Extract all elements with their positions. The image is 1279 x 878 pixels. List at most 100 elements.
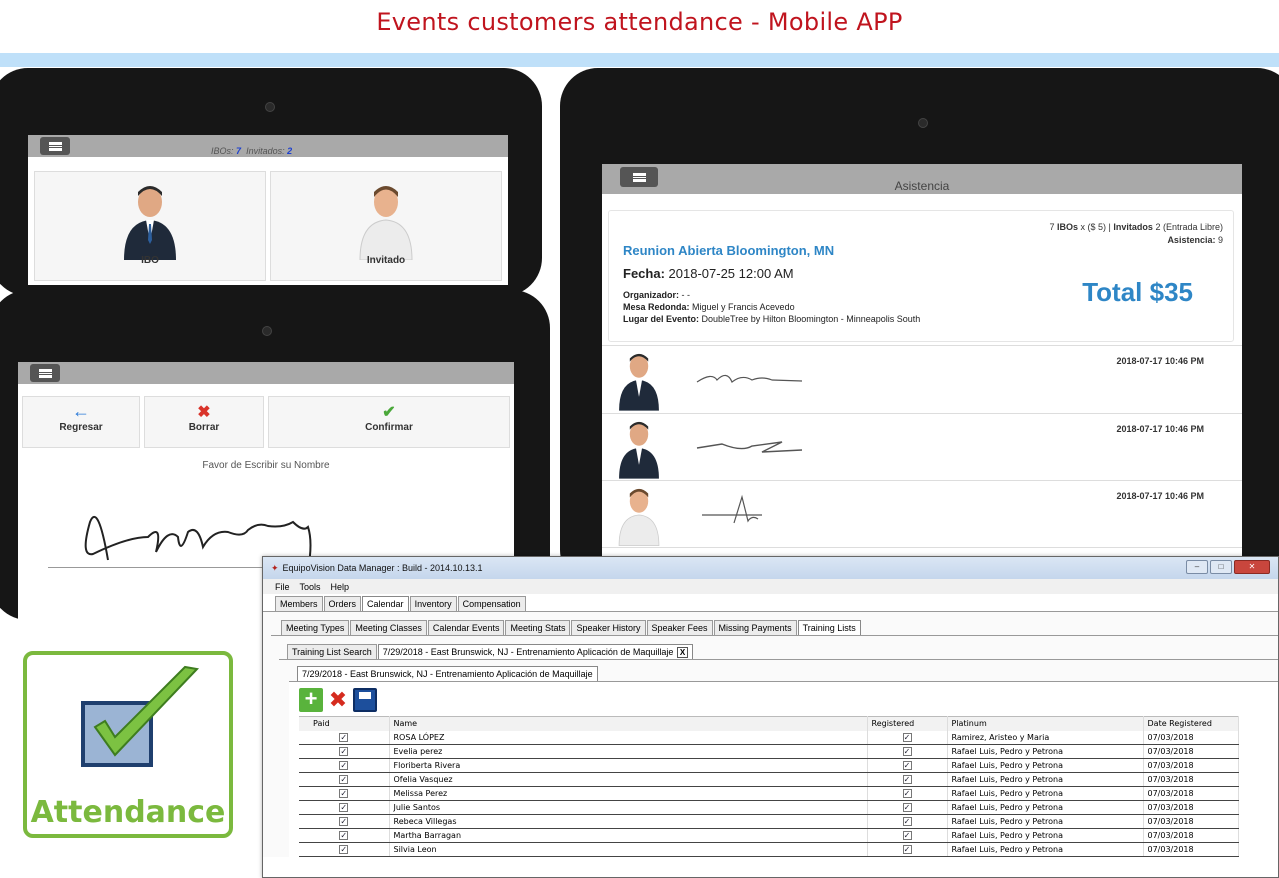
checkbox-icon[interactable]: ✓ [339,775,349,784]
menu-tools[interactable]: Tools [300,582,321,592]
col-registered[interactable]: Registered [867,716,948,731]
registered-cell[interactable]: ✓ [867,744,948,759]
paid-cell[interactable]: ✓ [299,744,390,759]
tab-orders[interactable]: Orders [323,596,362,611]
tab-missing-payments[interactable]: Missing Payments [713,620,797,635]
registered-cell[interactable]: ✓ [867,842,948,857]
registered-cell[interactable]: ✓ [867,772,948,787]
registered-cell[interactable]: ✓ [867,786,948,801]
table-row[interactable]: ✓ ROSA LÓPEZ ✓ Ramirez, Aristeo y Maria 07/0… [299,730,1239,745]
camera-icon [918,118,928,128]
table-row[interactable]: ✓ Rebeca Villegas ✓ Rafael Luis, Pedro y P… [299,814,1239,829]
paid-cell[interactable]: ✓ [299,842,390,857]
tab-training-list-search[interactable]: Training List Search [287,644,377,659]
tab-calendar-events[interactable]: Calendar Events [427,620,505,635]
paid-cell[interactable]: ✓ [299,786,390,801]
tab-inner-doc[interactable]: 7/29/2018 - East Brunswick, NJ - Entrena… [297,666,598,681]
tab-training-lists[interactable]: Training Lists [797,620,861,635]
paid-cell[interactable]: ✓ [299,758,390,773]
registered-cell[interactable]: ✓ [867,800,948,815]
checkbox-icon[interactable]: ✓ [339,732,349,742]
registered-cell[interactable]: ✓ [867,730,948,745]
maximize-button[interactable]: □ [1210,560,1232,574]
checkbox-icon[interactable]: ✓ [902,775,912,784]
tab-speaker-history[interactable]: Speaker History [571,620,646,635]
tile-ibo[interactable]: IBO [34,171,266,281]
registered-cell[interactable]: ✓ [867,814,948,829]
checkbox-icon[interactable]: ✓ [339,789,349,798]
table-row[interactable]: ✓ Evelia perez ✓ Rafael Luis, Pedro y Petro… [299,744,1239,759]
attendee-time: 2018-07-17 10:46 PM [1116,424,1204,434]
table-row[interactable]: ✓ Silvia Leon ✓ Rafael Luis, Pedro y Petron… [299,842,1239,857]
paid-cell[interactable]: ✓ [299,772,390,787]
platinum-cell: Rafael Luis, Pedro y Petrona [947,758,1144,773]
doc-tabs: Training List Search 7/29/2018 - East Br… [279,642,1278,659]
checkbox-icon[interactable]: ✓ [902,761,912,770]
attendee-row[interactable]: 2018-07-17 10:46 PM [602,480,1242,548]
checkbox-icon[interactable]: ✓ [339,845,349,854]
attendee-row[interactable]: 2018-07-17 10:46 PM [602,413,1242,480]
confirm-button[interactable]: ✔ Confirmar [268,396,510,448]
save-icon[interactable] [353,688,377,712]
attendee-time: 2018-07-17 10:46 PM [1116,491,1204,501]
app-bar [18,362,514,384]
attendee-row[interactable]: 2018-07-17 10:46 PM [602,345,1242,413]
checkbox-icon[interactable]: ✓ [339,747,349,756]
paid-cell[interactable]: ✓ [299,730,390,745]
registered-cell[interactable]: ✓ [867,758,948,773]
col-name[interactable]: Name [389,716,868,731]
tile-invitado[interactable]: Invitado [270,171,502,281]
delete-button[interactable]: ✖ Borrar [144,396,264,448]
checkbox-icon[interactable]: ✓ [902,831,912,840]
table-row[interactable]: ✓ Floriberta Rivera ✓ Rafael Luis, Pedro y … [299,758,1239,773]
counts: IBOs: 7 Invitados: 2 [211,146,293,156]
menu-button[interactable] [40,137,70,155]
delete-icon[interactable]: ✖ [326,688,350,712]
col-platinum[interactable]: Platinum [947,716,1144,731]
platinum-cell: Rafael Luis, Pedro y Petrona [947,814,1144,829]
close-tab-icon[interactable]: X [676,647,689,658]
checkbox-icon[interactable]: ✓ [902,789,912,798]
add-icon[interactable]: + [299,688,323,712]
tab-meeting-stats[interactable]: Meeting Stats [505,620,571,635]
tab-inventory[interactable]: Inventory [409,596,457,611]
registered-cell[interactable]: ✓ [867,828,948,843]
tab-speaker-fees[interactable]: Speaker Fees [646,620,713,635]
calendar-panel: Meeting Types Meeting Classes Calendar E… [263,611,1278,857]
table-row[interactable]: ✓ Julie Santos ✓ Rafael Luis, Pedro y Petro… [299,800,1239,815]
table-row[interactable]: ✓ Melissa Perez ✓ Rafael Luis, Pedro y Petr… [299,786,1239,801]
back-button[interactable]: ← Regresar [22,396,140,448]
checkbox-icon[interactable]: ✓ [339,803,349,812]
checkbox-icon[interactable]: ✓ [902,732,912,742]
checkbox-icon[interactable]: ✓ [902,803,912,812]
confirm-label: Confirmar [365,422,413,433]
col-date[interactable]: Date Registered [1143,716,1239,731]
tab-calendar[interactable]: Calendar [362,596,409,611]
menu-help[interactable]: Help [331,582,350,592]
checkbox-icon[interactable]: ✓ [339,831,349,840]
tab-members[interactable]: Members [275,596,323,611]
menu-button[interactable] [30,364,60,382]
col-paid[interactable]: Paid [299,716,390,731]
guest-avatar-icon [618,488,660,546]
checkbox-icon[interactable]: ✓ [902,747,912,756]
paid-cell[interactable]: ✓ [299,828,390,843]
checkbox-icon[interactable]: ✓ [902,817,912,826]
checkbox-icon[interactable]: ✓ [339,817,349,826]
close-button[interactable]: ✕ [1234,560,1270,574]
paid-cell[interactable]: ✓ [299,800,390,815]
tab-compensation[interactable]: Compensation [457,596,526,611]
table-row[interactable]: ✓ Ofelia Vasquez ✓ Rafael Luis, Pedro y Pet… [299,772,1239,787]
minimize-button[interactable]: – [1186,560,1208,574]
tab-meeting-types[interactable]: Meeting Types [281,620,350,635]
platinum-cell: Rafael Luis, Pedro y Petrona [947,786,1144,801]
checkbox-icon[interactable]: ✓ [902,845,912,854]
back-label: Regresar [59,422,103,433]
table-row[interactable]: ✓ Martha Barragan ✓ Rafael Luis, Pedro y Pe… [299,828,1239,843]
menu-file[interactable]: File [275,582,290,592]
checkbox-icon[interactable]: ✓ [339,761,349,770]
paid-cell[interactable]: ✓ [299,814,390,829]
tab-meeting-classes[interactable]: Meeting Classes [350,620,427,635]
tab-training-doc[interactable]: 7/29/2018 - East Brunswick, NJ - Entrena… [377,644,694,659]
page-title: Events customers attendance - Mobile APP [376,8,903,36]
